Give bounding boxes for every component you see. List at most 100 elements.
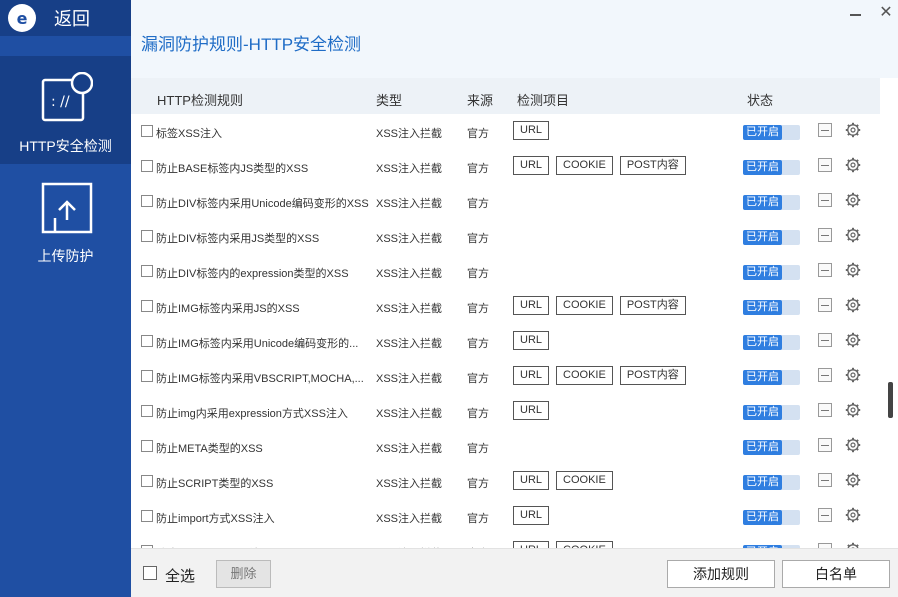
status-label: 已开启 xyxy=(743,265,782,280)
minus-icon[interactable] xyxy=(818,193,832,207)
minus-icon[interactable] xyxy=(818,228,832,242)
gear-icon[interactable] xyxy=(845,367,861,383)
gear-icon[interactable] xyxy=(845,262,861,278)
rule-source: 官方 xyxy=(467,338,489,350)
delete-button[interactable]: 删除 xyxy=(216,560,271,588)
gear-icon[interactable] xyxy=(845,122,861,138)
gear-icon[interactable] xyxy=(845,472,861,488)
table-row: 防止IMG标签内采用VBSCRIPT,MOCHA,... XSS注入拦截 官方 … xyxy=(131,359,880,394)
detect-item-tag: POST内容 xyxy=(619,156,686,175)
rule-name: 防止SCRIPT类型的XSS xyxy=(156,478,274,490)
rule-name: 防止DIV标签内的expression类型的XSS xyxy=(156,268,349,280)
minus-icon[interactable] xyxy=(818,333,832,347)
footer-bar: 全选 删除 添加规则 白名单 xyxy=(131,548,898,597)
row-checkbox[interactable] xyxy=(141,475,153,487)
scrollbar-thumb[interactable] xyxy=(888,382,893,418)
rule-name: 防止IMG标签内采用Unicode编码变形的... xyxy=(156,338,359,350)
scrollbar[interactable] xyxy=(880,78,898,548)
minus-icon[interactable] xyxy=(818,403,832,417)
app-logo-icon: e xyxy=(8,4,36,32)
status-toggle[interactable]: 已开启 xyxy=(743,405,800,420)
minus-icon[interactable] xyxy=(818,368,832,382)
status-toggle[interactable]: 已开启 xyxy=(743,335,800,350)
row-checkbox[interactable] xyxy=(141,265,153,277)
status-toggle[interactable]: 已开启 xyxy=(743,370,800,385)
gear-icon[interactable] xyxy=(845,402,861,418)
select-all-label: 全选 xyxy=(165,568,196,585)
minus-icon[interactable] xyxy=(818,438,832,452)
gear-icon[interactable] xyxy=(845,507,861,523)
nav-item-upload-protection[interactable]: 上传防护 xyxy=(0,178,131,286)
rule-source: 官方 xyxy=(467,303,489,315)
row-checkbox[interactable] xyxy=(141,370,153,382)
minus-icon[interactable] xyxy=(818,158,832,172)
detect-item-tag: URL xyxy=(513,331,550,350)
gear-icon[interactable] xyxy=(845,192,861,208)
status-label: 已开启 xyxy=(743,195,782,210)
close-icon[interactable]: ✕ xyxy=(878,4,894,20)
minimize-icon[interactable] xyxy=(850,6,862,18)
detect-items: URL xyxy=(513,506,550,525)
minus-icon[interactable] xyxy=(818,508,832,522)
row-checkbox[interactable] xyxy=(141,405,153,417)
rule-name: 防止META类型的XSS xyxy=(156,443,263,455)
status-toggle[interactable]: 已开启 xyxy=(743,440,800,455)
minus-icon[interactable] xyxy=(818,298,832,312)
rules-table: 标签XSS注入 XSS注入拦截 官方 URL 已开启 防止BASE标签内JS类型… xyxy=(131,114,880,548)
row-checkbox[interactable] xyxy=(141,125,153,137)
status-toggle[interactable]: 已开启 xyxy=(743,195,800,210)
status-toggle[interactable]: 已开启 xyxy=(743,300,800,315)
header-rule: HTTP检测规则 xyxy=(157,93,243,108)
status-toggle[interactable]: 已开启 xyxy=(743,160,800,175)
row-checkbox[interactable] xyxy=(141,440,153,452)
rule-source: 官方 xyxy=(467,513,489,525)
gear-icon[interactable] xyxy=(845,157,861,173)
status-label: 已开启 xyxy=(743,335,782,350)
row-checkbox[interactable] xyxy=(141,230,153,242)
nav-item-label: 上传防护 xyxy=(37,248,94,264)
detect-item-tag: POST内容 xyxy=(619,366,686,385)
detect-items: URL xyxy=(513,121,550,140)
detect-item-tag: URL xyxy=(513,471,550,490)
table-header: HTTP检测规则 类型 来源 检测项目 状态 xyxy=(131,78,880,114)
status-toggle[interactable]: 已开启 xyxy=(743,230,800,245)
gear-icon[interactable] xyxy=(845,332,861,348)
row-checkbox[interactable] xyxy=(141,510,153,522)
gear-icon[interactable] xyxy=(845,227,861,243)
table-row: 防止javascript XSS注入 XSS注入拦截 官方 URLCOOKIE … xyxy=(131,534,880,548)
table-row: 防止img内采用expression方式XSS注入 XSS注入拦截 官方 URL… xyxy=(131,394,880,429)
status-toggle[interactable]: 已开启 xyxy=(743,475,800,490)
gear-icon[interactable] xyxy=(845,297,861,313)
row-checkbox[interactable] xyxy=(141,160,153,172)
sidebar: e 返回 : // HTTP安全检测 上传防护 xyxy=(0,0,131,597)
rule-source: 官方 xyxy=(467,373,489,385)
nav-item-http-security[interactable]: : // HTTP安全检测 xyxy=(0,56,131,164)
minus-icon[interactable] xyxy=(818,123,832,137)
status-label: 已开启 xyxy=(743,475,782,490)
header-source: 来源 xyxy=(467,93,494,108)
minus-icon[interactable] xyxy=(818,263,832,277)
rule-name: 防止DIV标签内采用Unicode编码变形的XSS xyxy=(156,198,369,210)
status-toggle[interactable]: 已开启 xyxy=(743,125,800,140)
rule-type: XSS注入拦截 xyxy=(376,478,443,490)
select-all-checkbox[interactable] xyxy=(143,566,157,580)
row-checkbox[interactable] xyxy=(141,300,153,312)
back-button[interactable]: e 返回 xyxy=(0,0,131,36)
rule-source: 官方 xyxy=(467,233,489,245)
status-toggle[interactable]: 已开启 xyxy=(743,265,800,280)
table-row: 防止DIV标签内采用JS类型的XSS XSS注入拦截 官方 已开启 xyxy=(131,219,880,254)
row-checkbox[interactable] xyxy=(141,335,153,347)
status-label: 已开启 xyxy=(743,510,782,525)
gear-icon[interactable] xyxy=(845,437,861,453)
rule-type: XSS注入拦截 xyxy=(376,268,443,280)
row-checkbox[interactable] xyxy=(141,195,153,207)
rule-source: 官方 xyxy=(467,268,489,280)
detect-item-tag: COOKIE xyxy=(556,541,613,548)
detect-item-tag: COOKIE xyxy=(556,366,613,385)
detect-item-tag: COOKIE xyxy=(556,156,613,175)
whitelist-button[interactable]: 白名单 xyxy=(782,560,890,588)
minus-icon[interactable] xyxy=(818,473,832,487)
rule-source: 官方 xyxy=(467,408,489,420)
add-rule-button[interactable]: 添加规则 xyxy=(667,560,775,588)
status-toggle[interactable]: 已开启 xyxy=(743,510,800,525)
